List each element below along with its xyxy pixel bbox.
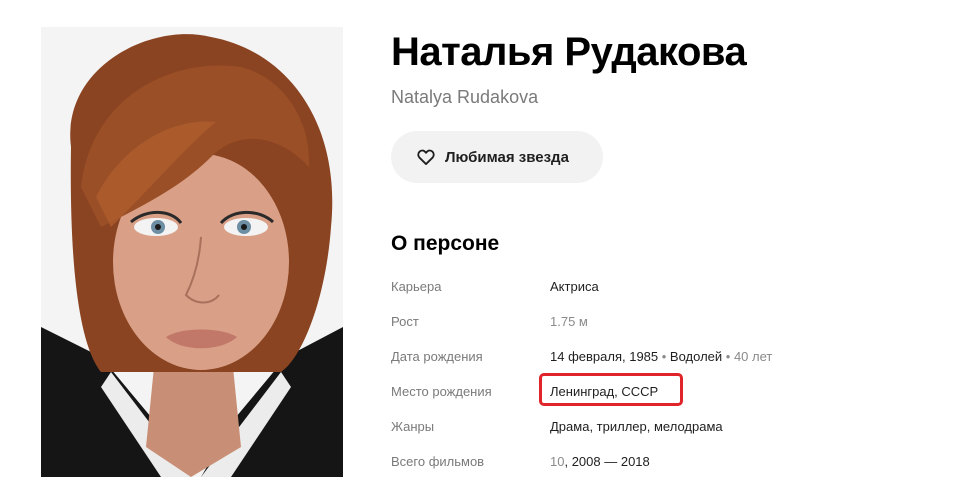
info-row-genres: Жанры Драма, триллер, мелодрама: [391, 416, 931, 436]
separator-dot: •: [658, 348, 670, 364]
genres-value: Драма, триллер, мелодрама: [550, 419, 723, 434]
info-label: Карьера: [391, 278, 442, 294]
info-label: Всего фильмов: [391, 453, 485, 469]
info-row-height: Рост 1.75 м: [391, 311, 931, 331]
info-row-birth-place: Место рождения Ленинград, СССР: [391, 381, 931, 401]
films-total-value: 10, 2008 — 2018: [550, 454, 650, 469]
birth-date-link[interactable]: 14 февраля, 1985: [550, 349, 658, 364]
zodiac-link[interactable]: Водолей: [670, 349, 722, 364]
films-count: 10: [550, 453, 565, 469]
age-value: 40 лет: [733, 348, 773, 364]
person-photo: [41, 27, 343, 477]
genre-link[interactable]: триллер: [597, 419, 647, 434]
info-label: Рост: [391, 313, 419, 329]
info-row-films-total: Всего фильмов 10, 2008 — 2018: [391, 451, 931, 471]
favorite-star-label: Любимая звезда: [445, 148, 569, 166]
height-value: 1.75 м: [550, 313, 588, 329]
about-section-title: О персоне: [391, 232, 500, 255]
info-row-career: Карьера Актриса: [391, 276, 931, 296]
genre-separator: ,: [646, 418, 654, 434]
genre-separator: ,: [589, 418, 597, 434]
films-separator: ,: [564, 453, 572, 469]
separator-dot: •: [722, 348, 734, 364]
person-original-name: Natalya Rudakova: [391, 87, 539, 107]
info-label: Дата рождения: [391, 348, 483, 364]
genre-link[interactable]: мелодрама: [654, 419, 723, 434]
favorite-star-button[interactable]: Любимая звезда: [391, 131, 603, 183]
genre-link[interactable]: Драма: [550, 419, 589, 434]
career-link[interactable]: Актриса: [550, 279, 599, 294]
info-row-birth-date: Дата рождения 14 февраля, 1985 • Водолей…: [391, 346, 931, 366]
info-label: Место рождения: [391, 383, 492, 399]
heart-icon: [416, 147, 436, 167]
person-name: Наталья Рудакова: [391, 30, 747, 74]
films-years-link[interactable]: 2008 — 2018: [572, 454, 650, 469]
info-label: Жанры: [391, 418, 435, 434]
birth-place-link[interactable]: Ленинград, СССР: [550, 384, 658, 399]
birth-date-value: 14 февраля, 1985 • Водолей • 40 лет: [550, 349, 772, 364]
